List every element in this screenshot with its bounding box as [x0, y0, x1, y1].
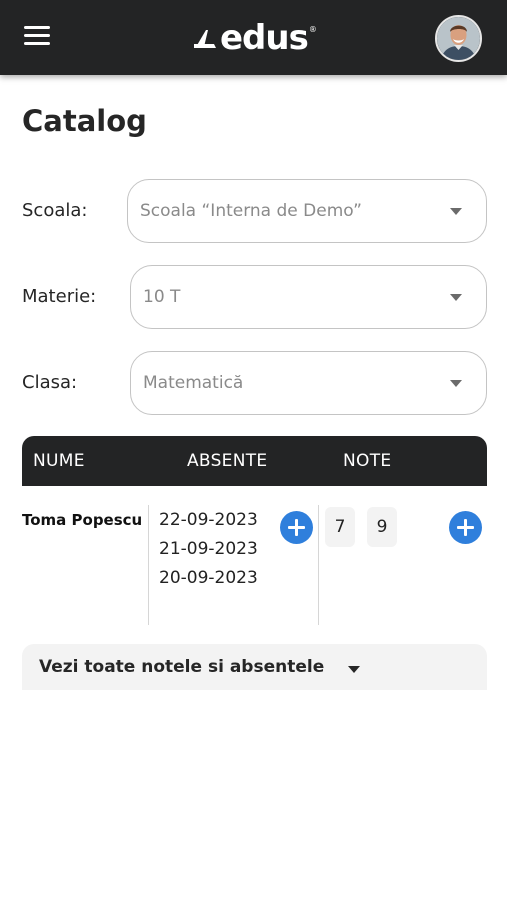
column-header-grades: NOTE — [343, 451, 392, 471]
subject-select-value: 10 T — [143, 287, 181, 307]
column-divider — [318, 505, 319, 625]
edus-logo: edus ® — [194, 18, 317, 58]
user-avatar[interactable] — [435, 15, 482, 62]
absence-date: 20-09-2023 — [159, 568, 258, 588]
column-header-name: NUME — [33, 451, 85, 471]
subject-select[interactable]: 10 T — [130, 265, 487, 329]
chevron-down-icon — [450, 208, 462, 215]
chevron-down-icon — [450, 380, 462, 387]
hamburger-menu-icon[interactable] — [24, 26, 50, 46]
absence-date: 21-09-2023 — [159, 539, 258, 559]
grade-chip[interactable]: 9 — [367, 507, 397, 547]
subject-label: Materie: — [22, 286, 97, 307]
school-label: Scoala: — [22, 200, 88, 221]
registered-mark: ® — [308, 24, 317, 34]
add-absence-button[interactable] — [280, 511, 313, 544]
column-divider — [148, 505, 149, 625]
class-select[interactable]: Matematică — [130, 351, 487, 415]
top-app-bar: edus ® — [0, 0, 507, 75]
school-select[interactable]: Scoala “Interna de Demo” — [127, 179, 487, 243]
add-grade-button[interactable] — [449, 511, 482, 544]
absence-date: 22-09-2023 — [159, 510, 258, 530]
school-select-value: Scoala “Interna de Demo” — [140, 201, 362, 221]
sail-logo-icon — [194, 30, 216, 48]
class-label: Clasa: — [22, 372, 78, 393]
column-header-absences: ABSENTE — [187, 451, 268, 471]
see-all-label: Vezi toate notele si absentele — [39, 657, 325, 677]
see-all-grades-absences-toggle[interactable]: Vezi toate notele si absentele — [22, 644, 487, 690]
student-name[interactable]: Toma Popescu — [22, 511, 142, 529]
page-title: Catalog — [22, 104, 147, 138]
grade-chip[interactable]: 7 — [325, 507, 355, 547]
class-select-value: Matematică — [143, 373, 244, 393]
brand-name: edus — [220, 18, 309, 58]
chevron-down-icon — [348, 666, 360, 673]
table-header: NUME ABSENTE NOTE — [22, 436, 487, 486]
chevron-down-icon — [450, 294, 462, 301]
